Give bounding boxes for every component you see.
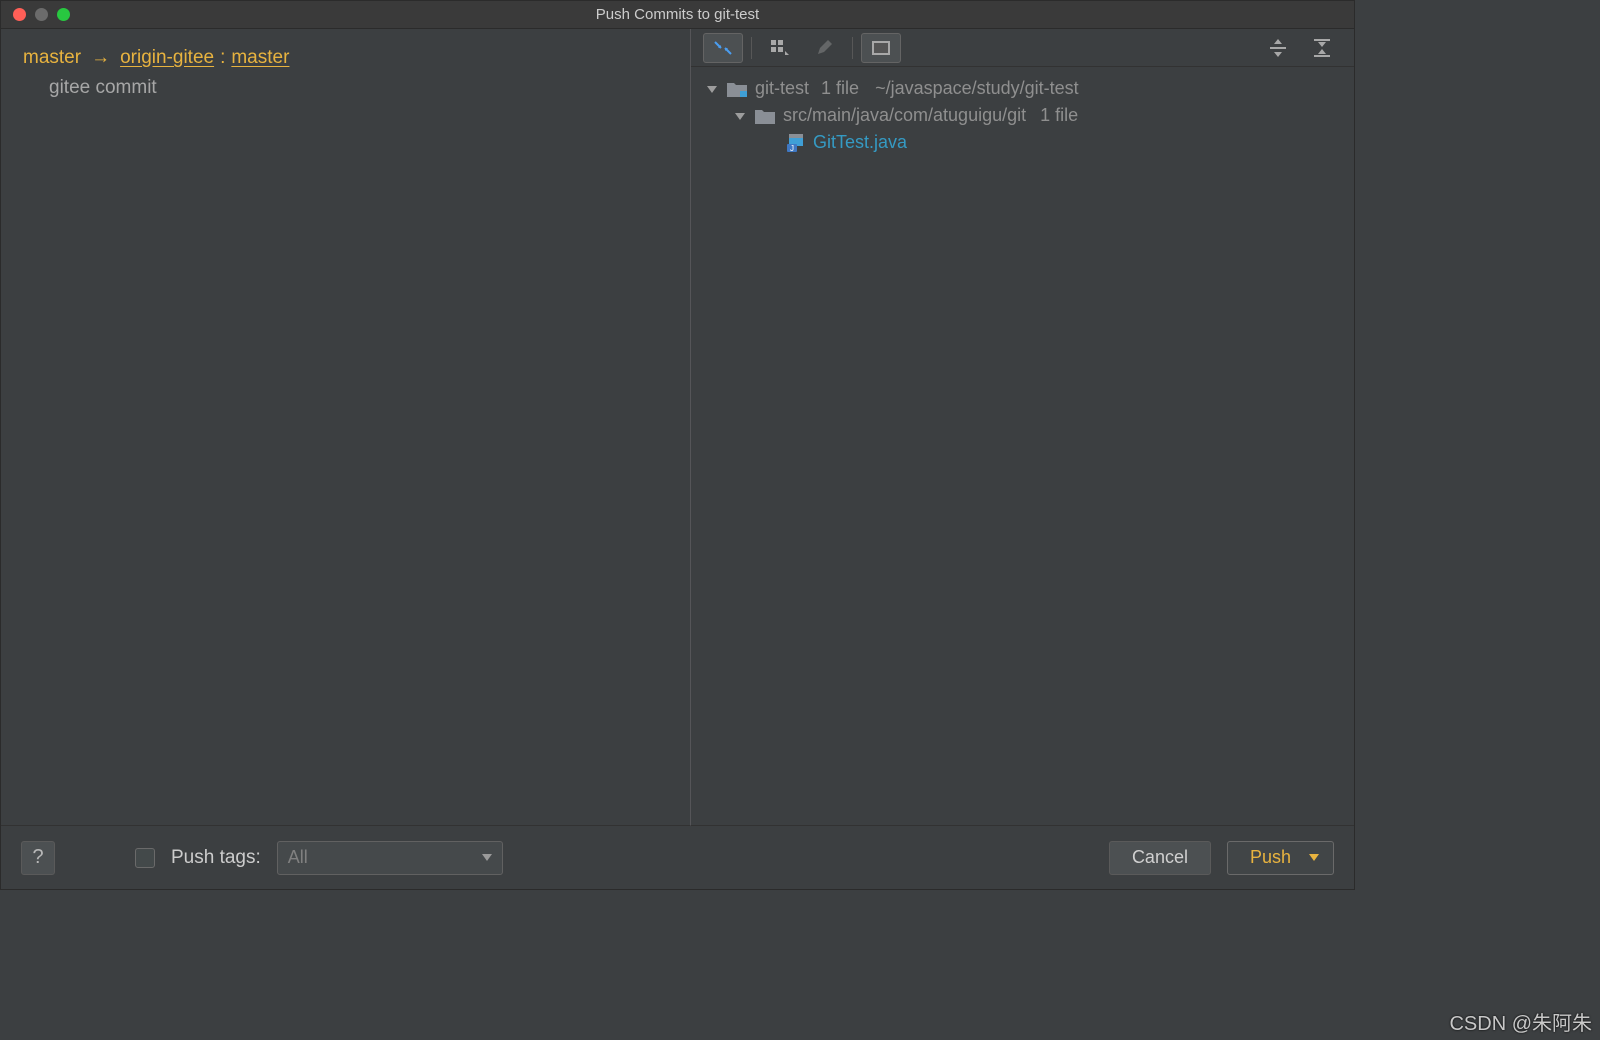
tree-dir-name: src/main/java/com/atuguigu/git <box>783 105 1026 126</box>
tree-root-count: 1 file <box>821 78 859 99</box>
push-tags-checkbox[interactable] <box>135 848 155 868</box>
folder-icon <box>755 108 775 124</box>
tree-root-path: ~/javaspace/study/git-test <box>875 78 1079 99</box>
close-window-icon[interactable] <box>13 8 26 21</box>
local-branch-label: master <box>23 47 81 69</box>
push-tags-label: Push tags: <box>171 847 261 869</box>
window-title: Push Commits to git-test <box>1 6 1354 23</box>
commits-pane: master → origin-gitee : master gitee com… <box>1 29 691 826</box>
files-toolbar <box>691 29 1354 67</box>
push-tags-select[interactable]: All <box>277 841 503 875</box>
help-icon: ? <box>32 846 43 869</box>
cancel-button[interactable]: Cancel <box>1109 841 1211 875</box>
tree-file-row[interactable]: J GitTest.java <box>697 129 1348 156</box>
chevron-down-icon[interactable] <box>733 110 747 122</box>
watermark-text: CSDN @朱阿朱 <box>1449 1007 1592 1036</box>
svg-text:J: J <box>790 144 794 152</box>
remote-branch-link[interactable]: master <box>231 47 289 69</box>
toolbar-separator <box>751 37 752 59</box>
collapse-arrows-icon[interactable] <box>703 33 743 63</box>
chevron-down-icon <box>482 854 492 862</box>
edit-icon[interactable] <box>804 33 844 63</box>
branch-mapping: master → origin-gitee : master <box>1 41 690 73</box>
push-button[interactable]: Push <box>1227 841 1334 875</box>
tree-dir-count: 1 file <box>1040 105 1078 126</box>
files-pane: git-test 1 file ~/javaspace/study/git-te… <box>691 29 1354 826</box>
colon-separator: : <box>220 47 225 69</box>
collapse-all-icon[interactable] <box>1302 33 1342 63</box>
cancel-button-label: Cancel <box>1132 847 1188 868</box>
changed-files-tree: git-test 1 file ~/javaspace/study/git-te… <box>691 67 1354 164</box>
toolbar-separator <box>852 37 853 59</box>
java-file-icon: J <box>787 134 805 152</box>
push-tags-select-value: All <box>288 847 308 868</box>
group-by-icon[interactable] <box>760 33 800 63</box>
dialog-footer: ? Push tags: All Cancel Push <box>1 826 1354 889</box>
push-button-label: Push <box>1250 847 1291 868</box>
chevron-down-icon <box>1309 854 1319 862</box>
minimize-window-icon <box>35 8 48 21</box>
commit-list-item[interactable]: gitee commit <box>1 73 690 103</box>
tree-file-name: GitTest.java <box>813 132 907 153</box>
tree-dir-row[interactable]: src/main/java/com/atuguigu/git 1 file <box>697 102 1348 129</box>
arrow-right-icon: → <box>91 47 110 69</box>
window-controls <box>1 8 70 21</box>
chevron-down-icon[interactable] <box>705 83 719 95</box>
help-button[interactable]: ? <box>21 841 55 875</box>
push-commits-dialog: Push Commits to git-test master → origin… <box>0 0 1355 890</box>
folder-icon <box>727 81 747 97</box>
remote-name-link[interactable]: origin-gitee <box>120 47 214 69</box>
titlebar: Push Commits to git-test <box>1 1 1354 29</box>
tree-root-row[interactable]: git-test 1 file ~/javaspace/study/git-te… <box>697 75 1348 102</box>
zoom-window-icon[interactable] <box>57 8 70 21</box>
preview-diff-icon[interactable] <box>861 33 901 63</box>
dialog-content: master → origin-gitee : master gitee com… <box>1 29 1354 826</box>
tree-root-name: git-test <box>755 78 809 99</box>
expand-all-icon[interactable] <box>1258 33 1298 63</box>
